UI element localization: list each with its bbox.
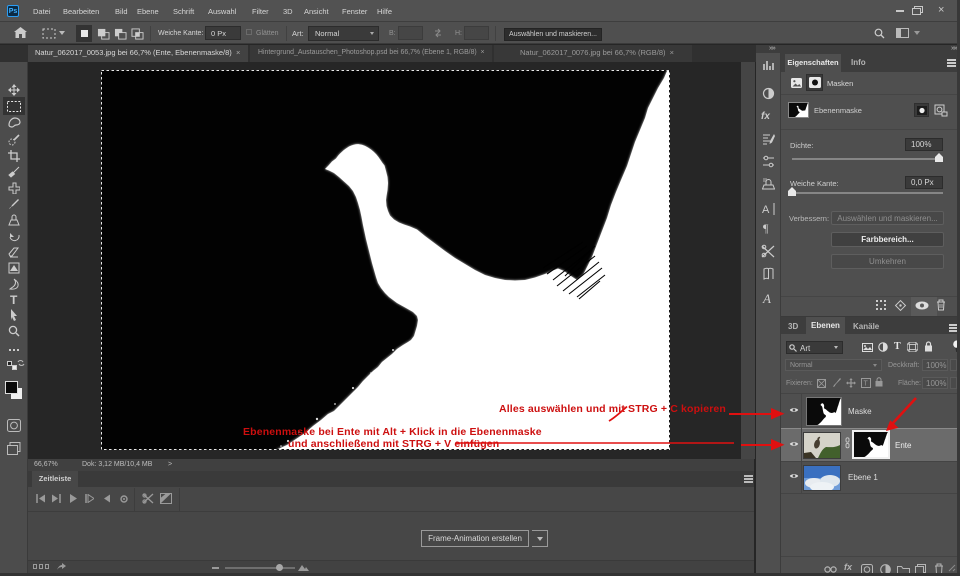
svg-text:A: A bbox=[762, 204, 770, 216]
svg-text:A: A bbox=[762, 291, 771, 306]
svg-text:T: T bbox=[10, 293, 18, 307]
svg-text:¶: ¶ bbox=[763, 221, 769, 235]
svg-text:T: T bbox=[864, 381, 869, 388]
svg-text:fx: fx bbox=[761, 111, 770, 122]
